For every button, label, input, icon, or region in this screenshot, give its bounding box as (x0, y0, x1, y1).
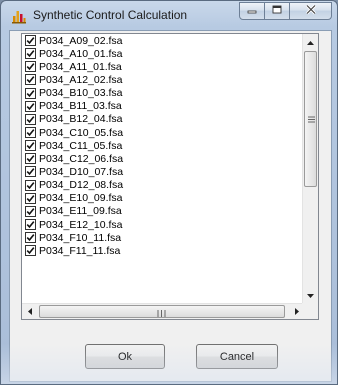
list-item-label: P034_B10_03.fsa (39, 87, 123, 100)
horizontal-scroll-thumb[interactable] (39, 305, 285, 318)
list-item[interactable]: P034_A11_01.fsa (22, 60, 304, 73)
title-bar[interactable]: Synthetic Control Calculation (1, 1, 338, 29)
checkbox[interactable] (25, 74, 36, 86)
checkmark-icon (26, 102, 35, 110)
dialog-client-area: P034_A09_02.fsa P034_A10_01.fsa P034_A11_0… (9, 30, 332, 382)
checkmark-icon (26, 207, 35, 215)
checkmark-icon (26, 155, 35, 163)
checkbox[interactable] (25, 219, 36, 231)
checkmark-icon (26, 221, 35, 229)
list-item-label: P034_C12_06.fsa (39, 152, 124, 165)
window-title: Synthetic Control Calculation (33, 8, 188, 22)
checkmark-icon (26, 76, 35, 84)
vertical-scroll-thumb[interactable] (304, 51, 317, 187)
checkbox[interactable] (25, 48, 36, 60)
checkbox[interactable] (25, 232, 36, 244)
cancel-button[interactable]: Cancel (196, 344, 278, 369)
list-item-label: P034_A09_02.fsa (39, 34, 123, 47)
list-item-label: P034_D12_08.fsa (39, 179, 124, 192)
scroll-up-button[interactable] (303, 34, 318, 50)
list-item[interactable]: P034_C11_05.fsa (22, 139, 304, 152)
checkbox[interactable] (25, 87, 36, 99)
maximize-button[interactable] (264, 2, 290, 20)
checkmark-icon (26, 142, 35, 150)
close-button[interactable] (289, 2, 332, 20)
arrow-up-icon (307, 36, 314, 48)
checkbox[interactable] (25, 35, 36, 47)
list-item-label: P034_C11_05.fsa (39, 139, 123, 152)
list-item-label: P034_F10_11.fsa (39, 231, 122, 244)
list-item[interactable]: P034_C10_05.fsa (22, 126, 304, 139)
scroll-left-button[interactable] (22, 304, 37, 319)
checkbox[interactable] (25, 61, 36, 73)
list-item-label: P034_D10_07.fsa (39, 165, 124, 178)
minimize-button[interactable] (239, 2, 265, 20)
list-item-label: P034_B11_03.fsa (39, 100, 122, 113)
list-item[interactable]: P034_E12_10.fsa (22, 218, 304, 231)
list-item-label: P034_A11_01.fsa (39, 60, 122, 73)
list-item[interactable]: P034_F11_11.fsa (22, 244, 304, 257)
checkbox[interactable] (25, 127, 36, 139)
checkmark-icon (26, 63, 35, 71)
checkbox[interactable] (25, 140, 36, 152)
checkmark-icon (26, 116, 35, 123)
list-item-label: P034_A10_01.fsa (39, 47, 123, 60)
checkbox[interactable] (25, 192, 36, 204)
checkmark-icon (26, 168, 35, 176)
grip-icon (157, 308, 166, 317)
arrow-left-icon (27, 306, 32, 318)
checkbox[interactable] (25, 153, 36, 165)
checkmark-icon (26, 181, 35, 189)
checkmark-icon (26, 247, 35, 255)
checkmark-icon (26, 129, 35, 137)
list-item-label: P034_F11_11.fsa (39, 244, 121, 257)
list-item-label: P034_C10_05.fsa (39, 126, 124, 139)
maximize-icon (272, 5, 282, 18)
list-item[interactable]: P034_A10_01.fsa (22, 47, 304, 60)
list-item[interactable]: P034_E11_09.fsa (22, 205, 304, 218)
file-checklist[interactable]: P034_A09_02.fsa P034_A10_01.fsa P034_A11_0… (21, 33, 319, 320)
ok-button[interactable]: Ok (85, 344, 165, 369)
checkmark-icon (26, 234, 35, 242)
dialog-window: Synthetic Control Calculation P034_A09_0… (0, 0, 338, 385)
scroll-down-button[interactable] (303, 287, 318, 303)
caption-buttons (239, 2, 332, 21)
list-item-label: P034_E12_10.fsa (39, 218, 123, 231)
list-item[interactable]: P034_B10_03.fsa (22, 87, 304, 100)
list-item[interactable]: P034_D12_08.fsa (22, 179, 304, 192)
checkmark-icon (26, 50, 35, 58)
list-item[interactable]: P034_C12_06.fsa (22, 152, 304, 165)
horizontal-scrollbar[interactable] (22, 303, 304, 319)
scrollbar-corner (302, 303, 318, 319)
list-item[interactable]: P034_D10_07.fsa (22, 165, 304, 178)
list-item[interactable]: P034_F10_11.fsa (22, 231, 304, 244)
list-item[interactable]: P034_E10_09.fsa (22, 192, 304, 205)
checkmark-icon (26, 194, 35, 202)
list-item-label: P034_E10_09.fsa (39, 192, 123, 205)
checkmark-icon (26, 89, 35, 97)
file-list-items: P034_A09_02.fsa P034_A10_01.fsa P034_A11_0… (22, 34, 304, 303)
arrow-down-icon (307, 289, 314, 301)
minimize-icon (247, 5, 257, 18)
list-item-label: P034_B12_04.fsa (39, 113, 123, 126)
checkbox[interactable] (25, 179, 36, 191)
vertical-scrollbar[interactable] (302, 34, 318, 303)
checkbox[interactable] (25, 245, 36, 257)
arrow-right-icon (294, 306, 299, 318)
list-item[interactable]: P034_B12_04.fsa (22, 113, 304, 126)
checkbox[interactable] (25, 100, 36, 112)
list-item-label: P034_A12_02.fsa (39, 73, 123, 86)
checkmark-icon (26, 37, 35, 45)
checkbox[interactable] (25, 113, 36, 125)
checkbox[interactable] (25, 166, 36, 178)
chart-bars-icon (11, 8, 27, 24)
close-icon (305, 4, 317, 18)
grip-icon (308, 114, 315, 123)
list-item[interactable]: P034_A12_02.fsa (22, 73, 304, 86)
list-item[interactable]: P034_A09_02.fsa (22, 34, 304, 47)
list-item-label: P034_E11_09.fsa (39, 205, 122, 218)
list-item[interactable]: P034_B11_03.fsa (22, 100, 304, 113)
checkbox[interactable] (25, 205, 36, 217)
